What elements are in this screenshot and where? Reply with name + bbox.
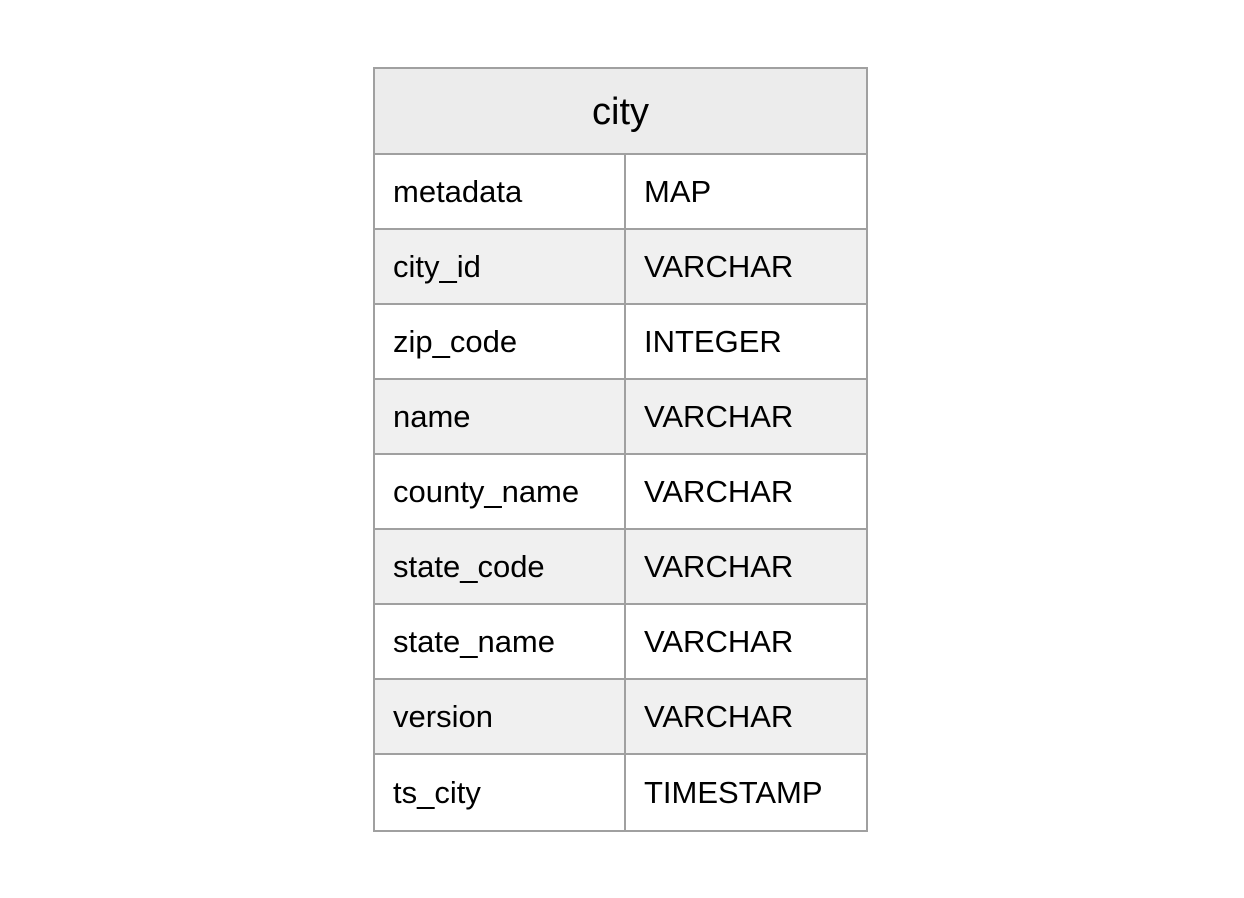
field-name: city_id	[375, 230, 626, 303]
field-type: VARCHAR	[644, 548, 794, 584]
diagram-canvas: city metadata MAP city_id VARCHAR zip_co…	[0, 0, 1244, 898]
field-type: VARCHAR	[644, 473, 794, 509]
entity-title: city	[375, 69, 866, 155]
field-name: state_name	[375, 605, 626, 678]
table-row: county_name VARCHAR	[375, 455, 866, 530]
field-type: INTEGER	[644, 323, 782, 359]
field-type: VARCHAR	[644, 623, 794, 659]
field-type: TIMESTAMP	[644, 774, 823, 810]
table-row: ts_city TIMESTAMP	[375, 755, 866, 830]
field-name: metadata	[375, 155, 626, 228]
field-name: zip_code	[375, 305, 626, 378]
field-name: state_code	[375, 530, 626, 603]
table-row: city_id VARCHAR	[375, 230, 866, 305]
table-row: zip_code INTEGER	[375, 305, 866, 380]
table-row: name VARCHAR	[375, 380, 866, 455]
field-type: VARCHAR	[644, 698, 794, 734]
table-row: state_code VARCHAR	[375, 530, 866, 605]
field-type: VARCHAR	[644, 398, 794, 434]
field-name: ts_city	[375, 755, 626, 830]
field-type: VARCHAR	[644, 248, 794, 284]
field-name: name	[375, 380, 626, 453]
field-name: version	[375, 680, 626, 753]
field-name: county_name	[375, 455, 626, 528]
table-row: version VARCHAR	[375, 680, 866, 755]
field-type: MAP	[644, 173, 712, 209]
table-row: state_name VARCHAR	[375, 605, 866, 680]
table-row: metadata MAP	[375, 155, 866, 230]
entity-table-city: city metadata MAP city_id VARCHAR zip_co…	[373, 67, 868, 832]
